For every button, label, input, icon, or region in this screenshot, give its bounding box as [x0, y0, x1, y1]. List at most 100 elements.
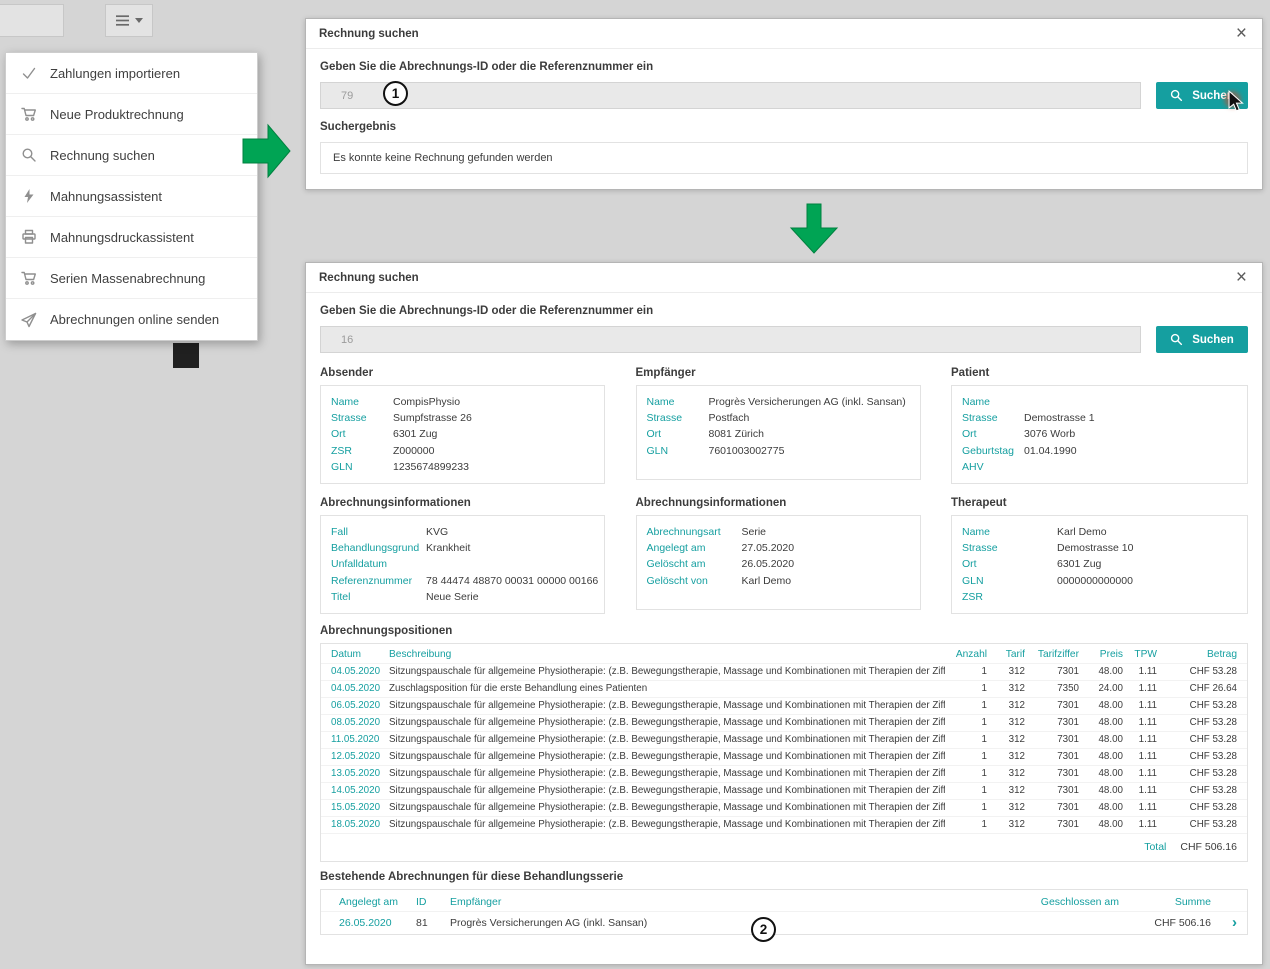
close-icon[interactable]: × [1234, 271, 1249, 285]
search-result-message: Es konnte keine Rechnung gefunden werden [320, 142, 1248, 174]
menu-item[interactable]: Abrechnungen online senden [6, 299, 257, 340]
field-row: Angelegt am27.05.2020 [647, 540, 910, 556]
search-icon [20, 147, 37, 164]
field-row: ZSR [962, 589, 1237, 605]
total-value: CHF 506.16 [1180, 841, 1237, 853]
menu-item[interactable]: Neue Produktrechnung [6, 94, 257, 135]
field-row: BehandlungsgrundKrankheit [331, 540, 594, 556]
dialog-title: Rechnung suchen [319, 28, 419, 40]
existing-invoices-title: Bestehende Abrechnungen für diese Behand… [320, 871, 1248, 883]
field-row: StrasseSumpfstrasse 26 [331, 410, 594, 426]
field-row: Ort6301 Zug [962, 556, 1237, 572]
lightning-icon [20, 188, 37, 205]
field-row: TitelNeue Serie [331, 589, 594, 605]
section-abrechnungsinfo-1: AbrechnungsinformationenFallKVGBehandlun… [320, 495, 605, 614]
existing-invoices-header: Angelegt amIDEmpfängerGeschlossen amSumm… [321, 890, 1247, 911]
annotation-arrow-right [242, 121, 292, 181]
menu-toggle-button[interactable] [105, 4, 153, 37]
menu-item-label: Rechnung suchen [50, 148, 155, 163]
step-1-badge: 1 [383, 81, 408, 106]
menu-item[interactable]: Mahnungsdruckassistent [6, 217, 257, 258]
position-row: 18.05.2020Sitzungspauschale für allgemei… [321, 816, 1247, 833]
field-row: Ort8081 Zürich [647, 426, 910, 442]
invoice-id-input[interactable] [320, 326, 1141, 353]
dialog-title: Rechnung suchen [319, 272, 419, 284]
existing-invoices-table: Angelegt amIDEmpfängerGeschlossen amSumm… [320, 889, 1248, 935]
caret-down-icon [135, 18, 143, 23]
invoice-detail-dialog: Rechnung suchen × Geben Sie die Abrechnu… [305, 262, 1263, 965]
field-row: Ort3076 Worb [962, 426, 1237, 442]
search-button[interactable]: Suchen [1156, 326, 1248, 353]
field-row: StrassePostfach [647, 410, 910, 426]
toolbar-button[interactable] [0, 4, 64, 37]
search-invoice-dialog: Rechnung suchen × Geben Sie die Abrechnu… [305, 18, 1263, 190]
mouse-cursor [1227, 90, 1245, 112]
invoice-actions-menu: Zahlungen importieren Neue Produktrechnun… [5, 52, 258, 341]
search-prompt-label: Geben Sie die Abrechnungs-ID oder die Re… [320, 61, 1248, 73]
chevron-right-icon[interactable]: › [1211, 918, 1237, 928]
menu-item-label: Serien Massenabrechnung [50, 271, 205, 286]
search-prompt-label: Geben Sie die Abrechnungs-ID oder die Re… [320, 305, 1248, 317]
field-row: StrasseDemostrasse 1 [962, 410, 1237, 426]
section-patient: PatientNameStrasseDemostrasse 1Ort3076 W… [951, 365, 1248, 484]
position-row: 06.05.2020Sitzungspauschale für allgemei… [321, 697, 1247, 714]
check-icon [20, 65, 37, 82]
section-empfaenger: EmpfängerNameProgrès Versicherungen AG (… [636, 365, 921, 484]
existing-invoice-row[interactable]: 26.05.202081Progrès Versicherungen AG (i… [321, 911, 1247, 934]
menu-item[interactable]: Serien Massenabrechnung [6, 258, 257, 299]
section-therapeut: TherapeutNameKarl DemoStrasseDemostrasse… [951, 495, 1248, 614]
total-label: Total [1144, 841, 1166, 853]
step-2-badge: 2 [751, 917, 776, 942]
close-icon[interactable]: × [1234, 27, 1249, 41]
annotation-arrow-down [789, 203, 839, 255]
hamburger-icon [115, 14, 130, 27]
field-row: StrasseDemostrasse 10 [962, 540, 1237, 556]
position-row: 08.05.2020Sitzungspauschale für allgemei… [321, 714, 1247, 731]
cart-icon [20, 270, 37, 287]
positions-total-row: Total CHF 506.16 [321, 833, 1247, 861]
dialog-body: Geben Sie die Abrechnungs-ID oder die Re… [306, 49, 1262, 184]
field-row: NameCompisPhysio [331, 394, 594, 410]
field-row: Referenznummer78 44474 48870 00031 00000… [331, 573, 594, 589]
field-row: NameKarl Demo [962, 524, 1237, 540]
positions-section-title: Abrechnungspositionen [320, 625, 1248, 637]
position-row: 15.05.2020Sitzungspauschale für allgemei… [321, 799, 1247, 816]
field-row: AbrechnungsartSerie [647, 524, 910, 540]
search-icon [1170, 333, 1183, 346]
menu-item-label: Mahnungsdruckassistent [50, 230, 194, 245]
field-row: FallKVG [331, 524, 594, 540]
billing-sections: AbrechnungsinformationenFallKVGBehandlun… [320, 495, 1248, 614]
printer-icon [20, 229, 37, 246]
address-sections: AbsenderNameCompisPhysioStrasseSumpfstra… [320, 365, 1248, 484]
field-row: Unfalldatum [331, 556, 594, 572]
field-row: Ort6301 Zug [331, 426, 594, 442]
background-window-fragment [173, 343, 199, 368]
position-row: 04.05.2020Sitzungspauschale für allgemei… [321, 663, 1247, 680]
field-row: Geburtstag01.04.1990 [962, 443, 1237, 459]
field-row: GLN0000000000000 [962, 573, 1237, 589]
field-row: ZSRZ000000 [331, 443, 594, 459]
section-abrechnungsinfo-2: AbrechnungsinformationenAbrechnungsartSe… [636, 495, 921, 614]
field-row: Name [962, 394, 1237, 410]
section-absender: AbsenderNameCompisPhysioStrasseSumpfstra… [320, 365, 605, 484]
menu-item-label: Zahlungen importieren [50, 66, 180, 81]
field-row: NameProgrès Versicherungen AG (inkl. San… [647, 394, 910, 410]
menu-item[interactable]: Rechnung suchen [6, 135, 257, 176]
menu-item[interactable]: Mahnungsassistent [6, 176, 257, 217]
position-row: 13.05.2020Sitzungspauschale für allgemei… [321, 765, 1247, 782]
dialog-header: Rechnung suchen × [306, 263, 1262, 293]
search-button-label: Suchen [1192, 334, 1234, 346]
position-row: 04.05.2020Zuschlagsposition für die erst… [321, 680, 1247, 697]
position-row: 14.05.2020Sitzungspauschale für allgemei… [321, 782, 1247, 799]
position-row: 12.05.2020Sitzungspauschale für allgemei… [321, 748, 1247, 765]
field-row: GLN1235674899233 [331, 459, 594, 475]
dialog-header: Rechnung suchen × [306, 19, 1262, 49]
invoice-id-input[interactable] [320, 82, 1141, 109]
result-section-label: Suchergebnis [320, 121, 1248, 133]
field-row: Gelöscht am26.05.2020 [647, 556, 910, 572]
menu-item[interactable]: Zahlungen importieren [6, 53, 257, 94]
menu-item-label: Abrechnungen online senden [50, 312, 219, 327]
dialog-body: Geben Sie die Abrechnungs-ID oder die Re… [306, 293, 1262, 945]
field-row: Gelöscht vonKarl Demo [647, 573, 910, 589]
positions-table: DatumBeschreibungAnzahlTarifTarifzifferP… [320, 643, 1248, 862]
